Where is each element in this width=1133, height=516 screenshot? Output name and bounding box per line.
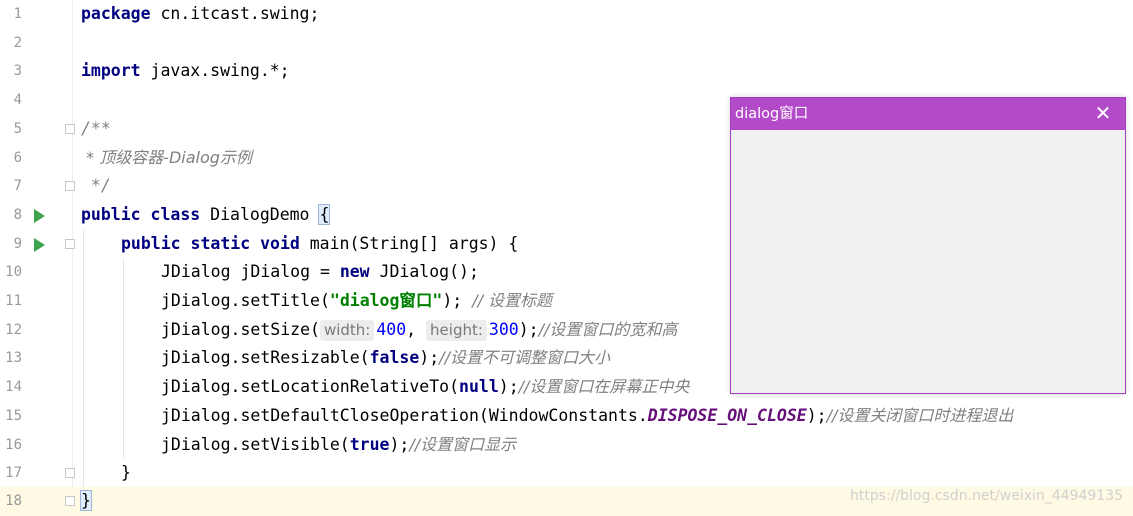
code-text: jDialog.setResizable(false);//设置不可调整窗口大小 <box>161 344 610 373</box>
code-pre: jDialog.setTitle( <box>161 291 330 310</box>
line-number: 2 <box>13 34 22 51</box>
code-pre: JDialog jDialog = <box>161 262 340 282</box>
code-rest: ); <box>389 434 410 454</box>
line-number: 12 <box>5 321 22 338</box>
code-text: public class DialogDemo { <box>81 201 331 230</box>
number-literal: 300 <box>488 319 519 339</box>
line-number: 8 <box>13 206 22 223</box>
keyword: true <box>349 434 390 454</box>
code-comment: */ <box>81 176 111 196</box>
fold-icon[interactable] <box>65 238 75 249</box>
code-rest: ); <box>518 319 539 339</box>
fold-icon[interactable] <box>65 468 75 479</box>
code-pre: jDialog.setLocationRelativeTo( <box>161 377 460 397</box>
code-rest: DialogDemo <box>200 204 320 224</box>
line-number: 15 <box>5 407 22 424</box>
parameter-hint: height: <box>426 319 487 341</box>
parameter-hint: width: <box>319 319 375 341</box>
constant: DISPOSE_ON_CLOSE <box>647 405 807 425</box>
code-text: jDialog.setDefaultCloseOperation(WindowC… <box>161 402 1013 431</box>
dialog-titlebar[interactable]: dialog窗口 ✕ <box>731 98 1125 130</box>
code-rest: javax.swing.*; <box>140 61 290 81</box>
code-text: } <box>80 487 92 516</box>
line-number: 4 <box>13 92 22 109</box>
code-line[interactable]: 3 import javax.swing.*; <box>0 57 1133 86</box>
code-text: } <box>121 463 131 483</box>
code-line[interactable]: 2 <box>0 29 1133 58</box>
code-text: jDialog.setVisible(true);//设置窗口显示 <box>161 431 516 460</box>
code-pre: jDialog.setVisible( <box>161 434 350 454</box>
code-text: jDialog.setTitle("dialog窗口"); // 设置标题 <box>161 287 552 316</box>
code-pre: jDialog.setSize( <box>161 319 320 339</box>
code-line[interactable]: 16 jDialog.setVisible(true);//设置窗口显示 <box>0 431 1133 460</box>
code-text: JDialog jDialog = new JDialog(); <box>161 258 479 287</box>
code-text: jDialog.setSize(width: 400, height: 300);/… <box>161 316 677 345</box>
code-comment: //设置窗口显示 <box>409 434 517 454</box>
fold-icon[interactable] <box>65 181 75 192</box>
code-comment: * 顶级容器-Dialog示例 <box>81 147 252 167</box>
code-text: jDialog.setLocationRelativeTo(null);//设置… <box>161 373 689 402</box>
line-number: 11 <box>5 293 22 309</box>
line-number: 18 <box>5 493 22 510</box>
code-rest: main(String[] args) { <box>299 233 519 253</box>
line-number: 10 <box>5 264 22 281</box>
keyword: import <box>81 61 141 81</box>
code-comment: //设置窗口在屏幕正中央 <box>518 377 690 397</box>
code-rest: ); <box>442 291 473 310</box>
number-literal: 400 <box>376 319 407 339</box>
dialog-content <box>731 130 1125 393</box>
code-line[interactable]: 15 jDialog.setDefaultCloseOperation(Wind… <box>0 402 1133 431</box>
code-rest: cn.itcast.swing; <box>150 4 320 23</box>
keyword: public class <box>81 204 201 224</box>
line-number: 16 <box>5 436 22 453</box>
code-comment: // 设置标题 <box>472 291 553 310</box>
code-line[interactable]: 1 package cn.itcast.swing; <box>0 0 1133 29</box>
line-number: 1 <box>13 6 22 22</box>
string-literal: "dialog窗口" <box>329 291 443 310</box>
keyword: public static void <box>121 233 300 253</box>
fold-icon[interactable] <box>65 496 75 507</box>
line-number: 3 <box>13 63 22 80</box>
code-line[interactable]: 17 } <box>0 459 1133 488</box>
keyword: null <box>459 377 499 397</box>
keyword: false <box>369 348 420 368</box>
line-number: 14 <box>5 379 22 396</box>
close-icon[interactable]: ✕ <box>1081 98 1125 130</box>
code-comment: //设置窗口的宽和高 <box>538 319 678 339</box>
matched-brace: } <box>80 490 92 512</box>
dialog-title: dialog窗口 <box>735 106 809 122</box>
code-comment: //设置关闭窗口时进程退出 <box>826 405 1014 425</box>
code-rest: ); <box>419 348 440 368</box>
watermark: https://blog.csdn.net/weixin_44949135 <box>850 488 1124 504</box>
line-number: 5 <box>13 120 22 137</box>
line-number: 9 <box>13 235 22 252</box>
dialog-window[interactable]: dialog窗口 ✕ <box>730 97 1126 394</box>
line-number: 7 <box>13 178 22 195</box>
line-number: 13 <box>5 350 22 367</box>
code-comment: /** <box>81 118 111 138</box>
code-rest: ); <box>498 377 519 397</box>
code-rest: ); <box>806 405 827 425</box>
code-sep: , <box>406 319 427 339</box>
code-text: package cn.itcast.swing; <box>81 0 319 29</box>
code-rest: JDialog(); <box>369 262 479 282</box>
line-number: 17 <box>5 465 22 482</box>
code-pre: jDialog.setResizable( <box>161 348 370 368</box>
line-number: 6 <box>13 149 22 166</box>
keyword: package <box>81 4 151 23</box>
code-text: public static void main(String[] args) { <box>121 230 518 259</box>
fold-icon[interactable] <box>65 123 75 134</box>
run-icon[interactable] <box>34 208 45 223</box>
keyword: new <box>339 262 370 282</box>
code-pre: jDialog.setDefaultCloseOperation(WindowC… <box>161 405 648 425</box>
code-comment: //设置不可调整窗口大小 <box>439 348 610 368</box>
matched-brace: { <box>318 203 331 225</box>
run-icon[interactable] <box>34 237 45 252</box>
code-text: import javax.swing.*; <box>81 57 290 86</box>
